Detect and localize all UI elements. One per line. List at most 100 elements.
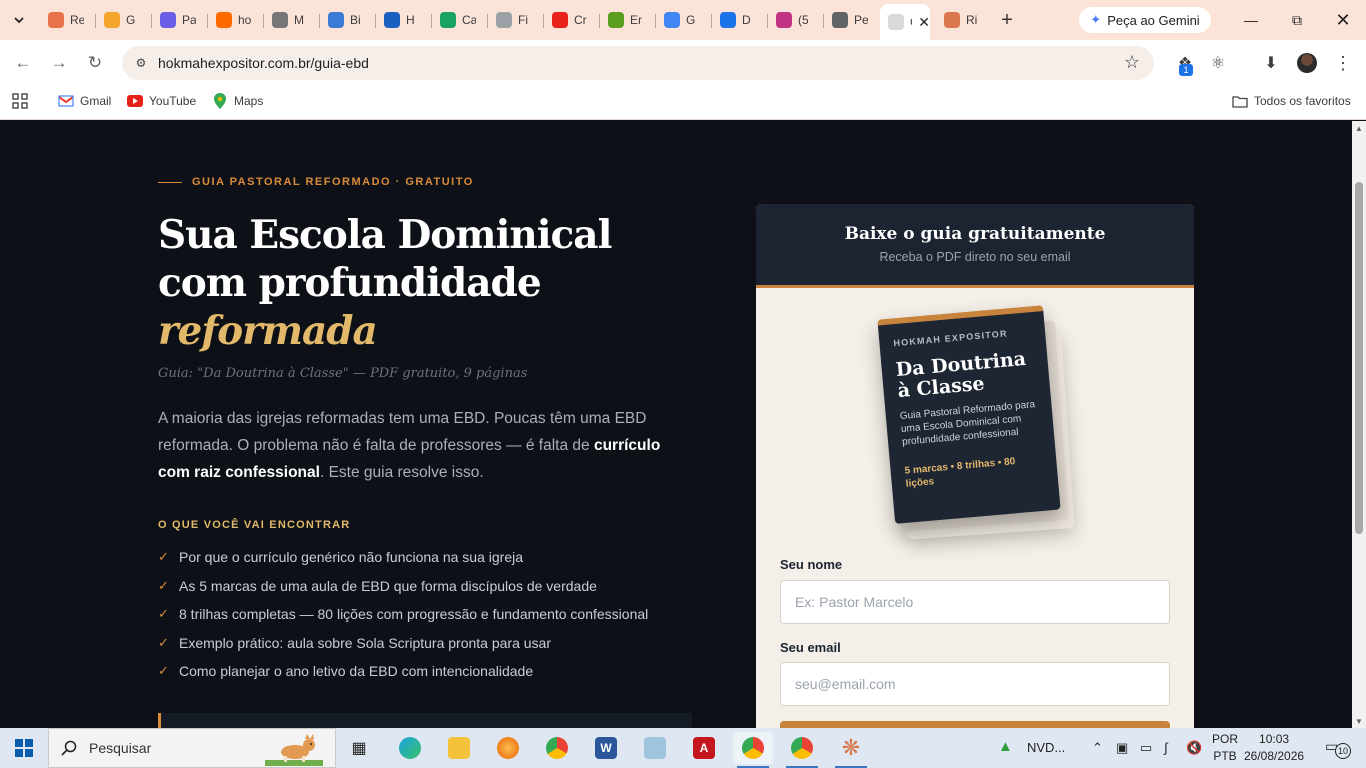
browser-tab[interactable]: Pe: [824, 6, 880, 34]
bookmark-gmail[interactable]: Gmail: [58, 93, 111, 109]
taskbar-app-blue[interactable]: [635, 732, 675, 764]
bookmarks-bar: Gmail YouTube Maps Todos os favoritos: [0, 85, 1366, 120]
bookmark-label: Gmail: [80, 94, 112, 108]
browser-tab[interactable]: Fi: [488, 6, 544, 34]
browser-tab[interactable]: (5: [768, 6, 824, 34]
download-submit-button[interactable]: [780, 721, 1170, 728]
wifi-icon[interactable]: ∫: [1164, 740, 1168, 755]
tray-chevron-up-icon[interactable]: ⌃: [1092, 740, 1103, 756]
name-field[interactable]: [780, 580, 1170, 624]
scroll-down-arrow-icon[interactable]: ▼: [1352, 714, 1366, 728]
list-item: ✓ Como planejar o ano letivo da EBD com i…: [158, 657, 648, 686]
new-tab-button[interactable]: +: [995, 8, 1019, 32]
tab-favicon-icon: [720, 12, 736, 28]
taskbar-acrobat[interactable]: A: [684, 732, 724, 764]
battery-icon[interactable]: ▭: [1140, 740, 1152, 756]
url-text[interactable]: hokmahexpositor.com.br/guia-ebd: [158, 55, 369, 71]
browser-tab[interactable]: Cr: [544, 6, 600, 34]
task-view-button[interactable]: ▦: [339, 732, 379, 764]
chrome-icon: [791, 737, 813, 759]
reload-button[interactable]: ↻: [82, 50, 108, 76]
stock-ticker[interactable]: NVD...: [1027, 740, 1065, 755]
taskbar-edge[interactable]: [390, 732, 430, 764]
clock-date: 26/08/2026: [1244, 749, 1305, 763]
profile-avatar[interactable]: [1297, 53, 1317, 73]
tab-favicon-icon: [216, 12, 232, 28]
list-item: ✓ 8 trilhas completas — 80 lições com pro…: [158, 600, 648, 629]
taskbar-chrome[interactable]: [537, 732, 577, 764]
close-tab-icon[interactable]: ✕: [918, 14, 930, 31]
book-title: Da Doutrina à Classe: [894, 347, 1027, 403]
browser-tab[interactable]: Ri: [936, 6, 992, 34]
taskbar-chrome-active[interactable]: [733, 732, 773, 768]
tab-label: Ri: [966, 13, 978, 27]
back-button[interactable]: ←: [10, 50, 36, 76]
bookmark-maps[interactable]: Maps: [212, 93, 263, 109]
minimize-button[interactable]: —: [1228, 0, 1274, 40]
taskbar-word[interactable]: W: [586, 732, 626, 764]
tab-label: Bi: [350, 13, 361, 27]
intro-text-1: A maioria das igrejas reformadas tem uma…: [158, 410, 647, 454]
page-scrollbar[interactable]: ▲ ▼: [1352, 121, 1366, 728]
browser-tab[interactable]: Ca: [432, 6, 488, 34]
task-view-icon: ▦: [351, 740, 367, 757]
bookmark-star-icon[interactable]: ☆: [1124, 52, 1140, 73]
extensions-puzzle-icon[interactable]: ⚛: [1207, 52, 1229, 74]
browser-tab[interactable]: Pa: [152, 6, 208, 34]
benefit-text: Exemplo prático: aula sobre Sola Scriptu…: [179, 634, 551, 651]
input-language[interactable]: POR PTB: [1212, 731, 1238, 765]
tab-label: Re: [70, 13, 84, 27]
system-clock[interactable]: 10:03 26/08/2026: [1244, 731, 1304, 765]
browser-tab[interactable]: Re: [40, 6, 96, 34]
tab-favicon-icon: [664, 12, 680, 28]
notification-center[interactable]: ▭ 10: [1325, 738, 1351, 759]
book-meta: 5 marcas • 8 trilhas • 80 lições: [904, 456, 1016, 490]
all-bookmarks-folder[interactable]: Todos os favoritos: [1232, 93, 1351, 109]
browser-tab[interactable]: D: [712, 6, 768, 34]
taskbar-search-placeholder: Pesquisar: [89, 740, 152, 756]
bookmark-youtube[interactable]: YouTube: [127, 93, 196, 109]
search-icon: [61, 740, 77, 756]
taskbar-file-explorer[interactable]: [439, 732, 479, 764]
close-window-button[interactable]: ✕: [1320, 0, 1366, 40]
taskbar-chrome-profile[interactable]: [782, 732, 822, 768]
taskbar-firefox[interactable]: [488, 732, 528, 764]
site-info-icon[interactable]: ⚙: [132, 54, 150, 72]
chevron-down-icon: [14, 17, 24, 24]
eyebrow-rule: [158, 181, 182, 183]
browser-tab[interactable]: G✕: [880, 4, 930, 40]
browser-tab[interactable]: ho: [208, 6, 264, 34]
address-bar[interactable]: ⚙ hokmahexpositor.com.br/guia-ebd ☆: [122, 46, 1154, 80]
tab-favicon-icon: [944, 12, 960, 28]
forward-button[interactable]: →: [46, 50, 72, 76]
browser-tab[interactable]: Er: [600, 6, 656, 34]
form-title: Baixe o guia gratuitamente: [844, 224, 1106, 244]
tab-search-button[interactable]: [7, 8, 31, 32]
browser-tab[interactable]: G: [656, 6, 712, 34]
edge-icon: [399, 737, 421, 759]
apps-grid-button[interactable]: [12, 93, 28, 109]
claude-icon: ❋: [841, 735, 861, 760]
meet-icon[interactable]: ▣: [1116, 740, 1128, 756]
taskbar-search[interactable]: Pesquisar: [48, 728, 336, 768]
start-button[interactable]: [0, 728, 48, 768]
taskbar-claude[interactable]: ❋: [831, 732, 871, 768]
menu-kebab-icon[interactable]: ⋮: [1332, 52, 1354, 74]
browser-tab[interactable]: G: [96, 6, 152, 34]
tab-favicon-icon: [608, 12, 624, 28]
benefit-text: Por que o currículo genérico não funcion…: [179, 549, 523, 566]
maps-icon: [212, 93, 228, 109]
gemini-button[interactable]: ✦ Peça ao Gemini: [1079, 7, 1211, 33]
scroll-up-arrow-icon[interactable]: ▲: [1352, 121, 1366, 135]
form-header: Baixe o guia gratuitamente Receba o PDF …: [756, 204, 1194, 288]
app-icon: [644, 737, 666, 759]
email-field[interactable]: [780, 662, 1170, 706]
download-icon[interactable]: ⬇: [1260, 52, 1282, 74]
restore-button[interactable]: ⧉: [1274, 0, 1320, 40]
browser-tab[interactable]: Bi: [320, 6, 376, 34]
browser-tab[interactable]: M: [264, 6, 320, 34]
volume-muted-icon[interactable]: 🔇: [1186, 740, 1202, 756]
browser-tab[interactable]: H: [376, 6, 432, 34]
scrollbar-thumb[interactable]: [1355, 182, 1363, 534]
stock-trend-icon[interactable]: ▲: [998, 738, 1013, 755]
